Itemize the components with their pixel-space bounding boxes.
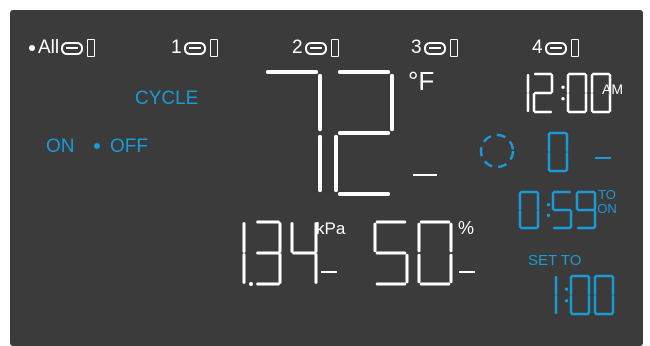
segment-digit-0: [593, 274, 615, 316]
clock-meridiem: AM: [602, 81, 623, 97]
segment-digit-2: [532, 72, 554, 114]
temperature-unit: °F: [408, 66, 435, 96]
countdown-digits: [518, 190, 597, 230]
plug-icon: [423, 41, 446, 55]
set-to-label: SET TO: [528, 252, 582, 269]
port-3[interactable]: 3: [411, 37, 458, 59]
socket-icon: [87, 39, 96, 57]
humidity-underscore: [459, 271, 475, 273]
segment-dot: [546, 213, 551, 218]
segment-digit-2: [334, 70, 394, 196]
segment-digit-9: [575, 190, 597, 230]
port-1[interactable]: 1: [171, 37, 218, 59]
set-to-digits: [554, 274, 615, 316]
humidity-unit: %: [458, 218, 475, 238]
port-all[interactable]: All: [29, 37, 96, 59]
segment-dot: [249, 282, 253, 286]
segment-dot: [561, 85, 565, 89]
segment-digit-5: [551, 190, 573, 230]
plug-icon: [61, 41, 84, 55]
humidity-digits: [373, 220, 453, 286]
vpd-digits: [242, 220, 318, 286]
temperature-underscore: [413, 174, 437, 176]
mode-selected-dot: [94, 143, 100, 149]
segment-digit-0: [417, 220, 453, 286]
port-label: 1: [171, 37, 182, 58]
on-option[interactable]: ON: [46, 136, 75, 158]
port-label: 2: [292, 37, 303, 58]
plug-icon: [544, 41, 567, 55]
port-label: 3: [411, 37, 422, 58]
segment-dot: [546, 202, 551, 207]
port-label: 4: [532, 37, 543, 58]
temperature-digits: [265, 70, 394, 196]
segment-dot: [564, 299, 569, 303]
segment-digit-0: [547, 131, 569, 173]
segment-digit-0: [566, 72, 588, 114]
plug-icon: [183, 41, 206, 55]
port-selected-dot: [29, 45, 35, 51]
countdown-label-top: TO: [598, 187, 616, 202]
socket-icon: [209, 39, 218, 57]
socket-icon: [449, 39, 458, 57]
segment-digit-0: [518, 190, 540, 230]
segment-dot: [564, 287, 569, 291]
spinner-icon: [479, 133, 515, 169]
off-option[interactable]: OFF: [110, 136, 148, 158]
segment-dot: [561, 97, 565, 101]
port-2[interactable]: 2: [292, 37, 339, 59]
socket-icon: [570, 39, 579, 57]
controller-display: All 1 2 3 4 CYCLE ON OFF °F AM TO ON kPa % S…: [10, 10, 643, 346]
countdown-label-bottom: ON: [597, 201, 617, 216]
socket-icon: [330, 39, 339, 57]
level-digits: [547, 131, 569, 173]
segment-digit-7: [265, 70, 322, 193]
vpd-unit: kPa: [316, 219, 346, 238]
segment-digit-5: [373, 220, 409, 286]
segment-digit-4: [290, 222, 318, 284]
plug-icon: [304, 41, 327, 55]
mode-label: CYCLE: [135, 88, 199, 109]
level-underscore: [595, 157, 611, 159]
segment-digit-3: [256, 220, 282, 286]
port-4[interactable]: 4: [532, 37, 579, 59]
vpd-underscore: [321, 271, 337, 273]
port-label: All: [38, 37, 60, 58]
segment-digit-0: [569, 274, 591, 316]
